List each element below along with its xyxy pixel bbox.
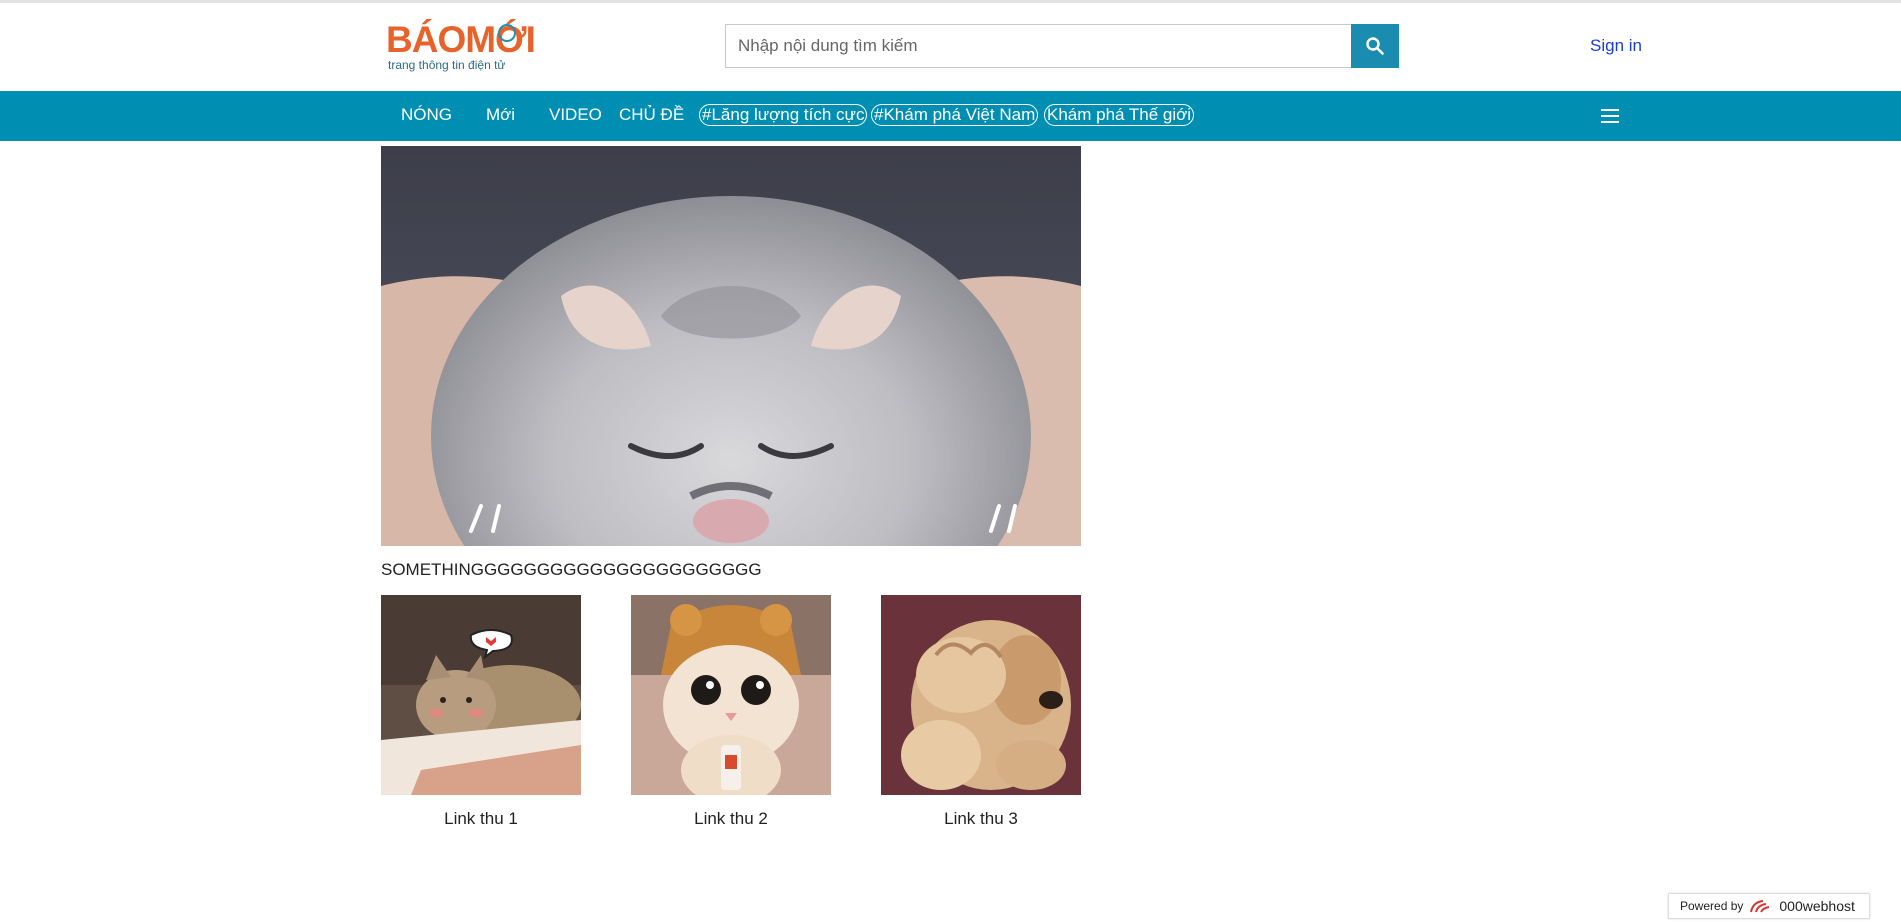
000webhost-brand: 000webhost xyxy=(1779,898,1855,914)
nav-item-nong[interactable]: NÓNG xyxy=(401,105,452,125)
powered-by-label: Powered by xyxy=(1680,899,1744,913)
powered-by-badge[interactable]: Powered by 000webhost xyxy=(1668,893,1870,919)
thumb-link-3[interactable]: Link thu 3 xyxy=(881,595,1081,835)
thumb-image-1 xyxy=(381,595,581,795)
thumb-label-1: Link thu 1 xyxy=(444,809,518,828)
search-input[interactable] xyxy=(725,24,1351,68)
nav-item-video[interactable]: VIDEO xyxy=(549,105,602,125)
article-caption: SOMETHINGGGGGGGGGGGGGGGGGGGGGG xyxy=(381,560,762,579)
logo-clock-icon xyxy=(498,24,516,42)
000webhost-logo-icon xyxy=(1750,900,1770,913)
nav-item-chu-de[interactable]: CHỦ ĐỀ xyxy=(619,105,684,125)
hamburger-menu-icon[interactable] xyxy=(1601,107,1621,125)
nav-item-moi[interactable]: Mới xyxy=(486,105,515,125)
thumb-image-2 xyxy=(631,595,831,795)
search-button[interactable] xyxy=(1351,24,1399,68)
site-logo[interactable]: BÁOMỚI trang thông tin điện tử xyxy=(386,16,536,76)
logo-tagline: trang thông tin điện tử xyxy=(388,58,506,72)
thumb-link-2[interactable]: Link thu 2 xyxy=(631,595,831,835)
thumb-label-2: Link thu 2 xyxy=(694,809,768,828)
main-nav: NÓNG Mới VIDEO CHỦ ĐỀ #Lăng lượng tích c… xyxy=(0,91,1901,141)
thumb-label-3: Link thu 3 xyxy=(944,809,1018,828)
thumb-link-1[interactable]: Link thu 1 xyxy=(381,595,581,835)
nav-pill-kham-pha-the-gioi[interactable]: Khám phá Thế giới xyxy=(1044,104,1195,126)
top-border xyxy=(0,0,1901,3)
nav-pill-kham-pha-viet-nam[interactable]: #Khám phá Việt Nam xyxy=(871,104,1039,126)
nav-pill-nang-luong[interactable]: #Lăng lượng tích cực xyxy=(699,104,868,126)
search-icon xyxy=(1366,37,1384,55)
sign-in-link[interactable]: Sign in xyxy=(1590,36,1642,56)
thumb-image-3 xyxy=(881,595,1081,795)
hero-cat-image xyxy=(381,146,1081,546)
